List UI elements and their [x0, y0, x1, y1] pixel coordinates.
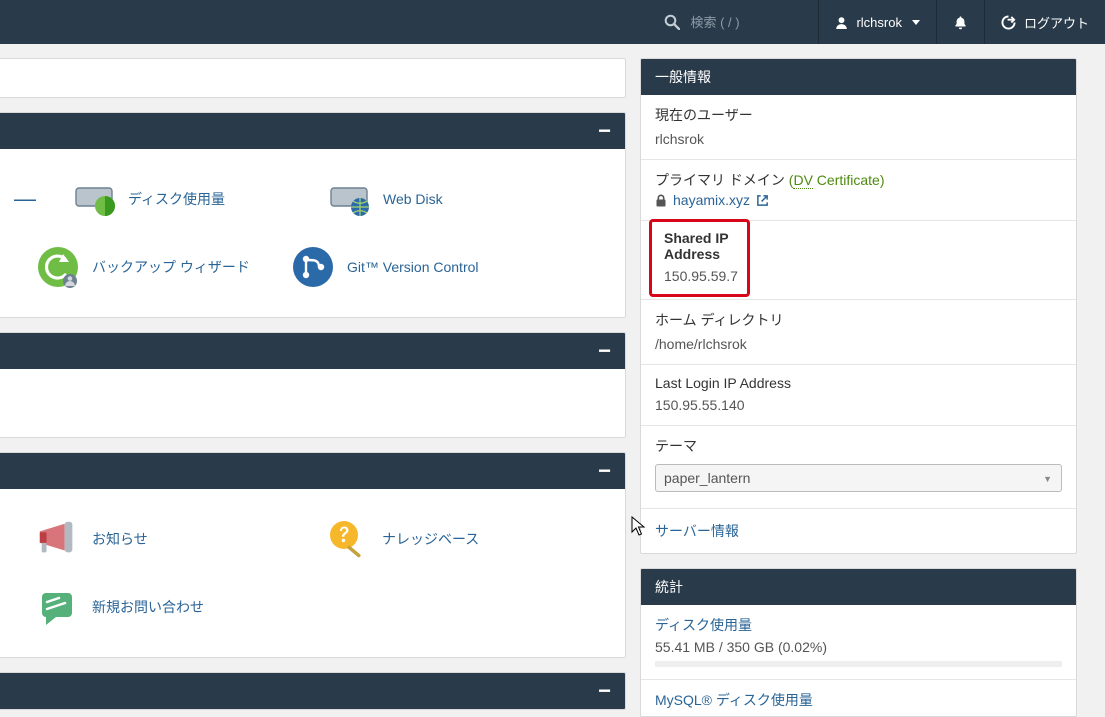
notifications-button[interactable] — [936, 0, 984, 44]
current-user-block: 現在のユーザー rlchsrok — [641, 95, 1076, 160]
bell-icon — [953, 15, 968, 30]
file-item-git[interactable]: Git™ Version Control — [255, 233, 510, 301]
git-icon — [291, 245, 335, 289]
logout-icon — [1001, 15, 1016, 30]
file-item-label: ディスク使用量 — [128, 189, 225, 209]
primary-domain-block: プライマリ ドメイン (DV Certificate) hayamix.xyz — [641, 160, 1076, 221]
collapse-icon[interactable]: − — [598, 120, 611, 142]
disk-usage-stat-value: 55.41 MB / 350 GB (0.02%) — [655, 639, 1062, 655]
support-panel-body: お知らせ ナレッジベース — [0, 489, 625, 657]
mysql-stat-block: MySQL® ディスク使用量 — [641, 680, 1076, 716]
logout-label: ログアウト — [1024, 13, 1089, 32]
search-icon — [664, 14, 680, 30]
collapse-icon[interactable]: − — [598, 340, 611, 362]
home-dir-block: ホーム ディレクトリ /home/rlchsrok — [641, 300, 1076, 365]
kb-icon — [326, 517, 370, 561]
server-info-link[interactable]: サーバー情報 — [655, 523, 739, 539]
external-link-icon — [756, 194, 769, 207]
search-panel[interactable] — [0, 58, 626, 98]
search-box[interactable] — [646, 0, 818, 44]
last-login-block: Last Login IP Address 150.95.55.140 — [641, 365, 1076, 426]
web-disk-icon — [327, 177, 371, 221]
support-panel: − お知らせ — [0, 452, 626, 658]
shared-ip-value: 150.95.59.7 — [664, 268, 735, 284]
files-panel: − — ディスク使用量 — [0, 112, 626, 318]
collapse-icon[interactable]: − — [598, 680, 611, 702]
current-user-label: 現在のユーザー — [655, 105, 1062, 125]
disk-usage-stat-link[interactable]: ディスク使用量 — [655, 615, 1062, 635]
domain-link[interactable]: hayamix.xyz — [673, 192, 750, 208]
support-item-news[interactable]: お知らせ — [0, 505, 290, 573]
home-dir-label: ホーム ディレクトリ — [655, 310, 1062, 330]
file-item-dash[interactable]: — — [0, 165, 36, 233]
extra-panel-header[interactable]: − — [0, 673, 625, 709]
stats-panel: 統計 ディスク使用量 55.41 MB / 350 GB (0.02%) MyS… — [640, 568, 1077, 717]
disk-usage-stat-block: ディスク使用量 55.41 MB / 350 GB (0.02%) — [641, 605, 1076, 680]
databases-panel-header[interactable]: − — [0, 333, 625, 369]
last-login-value: 150.95.55.140 — [655, 397, 1062, 413]
support-item-label: 新規お問い合わせ — [92, 597, 204, 617]
shared-ip-block: Shared IP Address 150.95.59.7 — [641, 219, 1076, 300]
user-icon — [835, 16, 848, 29]
backup-wizard-icon — [36, 245, 80, 289]
theme-block: テーマ paper_lantern — [641, 426, 1076, 509]
current-user-value: rlchsrok — [655, 131, 1062, 147]
server-info-link-block: サーバー情報 — [641, 509, 1076, 553]
lock-icon — [655, 194, 667, 207]
main-layout: − — ディスク使用量 — [0, 44, 1105, 673]
last-login-label: Last Login IP Address — [655, 375, 1062, 391]
files-panel-body: — ディスク使用量 — [0, 149, 625, 317]
theme-select[interactable]: paper_lantern — [655, 464, 1062, 492]
file-item-label: バックアップ ウィザード — [92, 257, 250, 277]
news-icon — [36, 517, 80, 561]
file-item-disk-usage[interactable]: ディスク使用量 — [36, 165, 291, 233]
dv-certificate-label[interactable]: (DV Certificate) — [789, 172, 885, 189]
support-item-contact[interactable]: 新規お問い合わせ — [0, 573, 290, 641]
support-panel-header[interactable]: − — [0, 453, 625, 489]
general-info-header: 一般情報 — [641, 59, 1076, 95]
support-item-label: お知らせ — [92, 529, 148, 549]
file-item-label: Web Disk — [383, 191, 443, 207]
chevron-down-icon — [912, 20, 920, 25]
username-label: rlchsrok — [856, 15, 902, 30]
support-item-kb[interactable]: ナレッジベース — [290, 505, 580, 573]
mysql-stat-link[interactable]: MySQL® ディスク使用量 — [655, 690, 1062, 710]
file-item-backup-wizard[interactable]: バックアップ ウィザード — [0, 233, 255, 301]
stats-header: 統計 — [641, 569, 1076, 605]
general-info-panel: 一般情報 現在のユーザー rlchsrok プライマリ ドメイン (DV Cer… — [640, 58, 1077, 554]
shared-ip-label: Shared IP Address — [664, 230, 735, 262]
disk-usage-icon — [72, 177, 116, 221]
collapse-icon[interactable]: − — [598, 460, 611, 482]
shared-ip-highlight: Shared IP Address 150.95.59.7 — [649, 219, 750, 297]
databases-panel: − — [0, 332, 626, 438]
main-column: − — ディスク使用量 — [0, 44, 640, 673]
contact-icon — [36, 585, 80, 629]
home-dir-value: /home/rlchsrok — [655, 336, 1062, 352]
extra-panel: − — [0, 672, 626, 710]
file-item-web-disk[interactable]: Web Disk — [291, 165, 546, 233]
support-item-label: ナレッジベース — [382, 529, 479, 549]
side-column: 一般情報 現在のユーザー rlchsrok プライマリ ドメイン (DV Cer… — [640, 44, 1091, 673]
file-item-label: Git™ Version Control — [347, 259, 479, 275]
disk-usage-progress — [655, 661, 1062, 667]
files-panel-header[interactable]: − — [0, 113, 625, 149]
topbar: rlchsrok ログアウト — [0, 0, 1105, 44]
search-input[interactable] — [690, 15, 800, 30]
user-menu[interactable]: rlchsrok — [818, 0, 936, 44]
logout-button[interactable]: ログアウト — [984, 0, 1105, 44]
theme-label: テーマ — [655, 436, 1062, 456]
primary-domain-label: プライマリ ドメイン — [655, 172, 785, 188]
